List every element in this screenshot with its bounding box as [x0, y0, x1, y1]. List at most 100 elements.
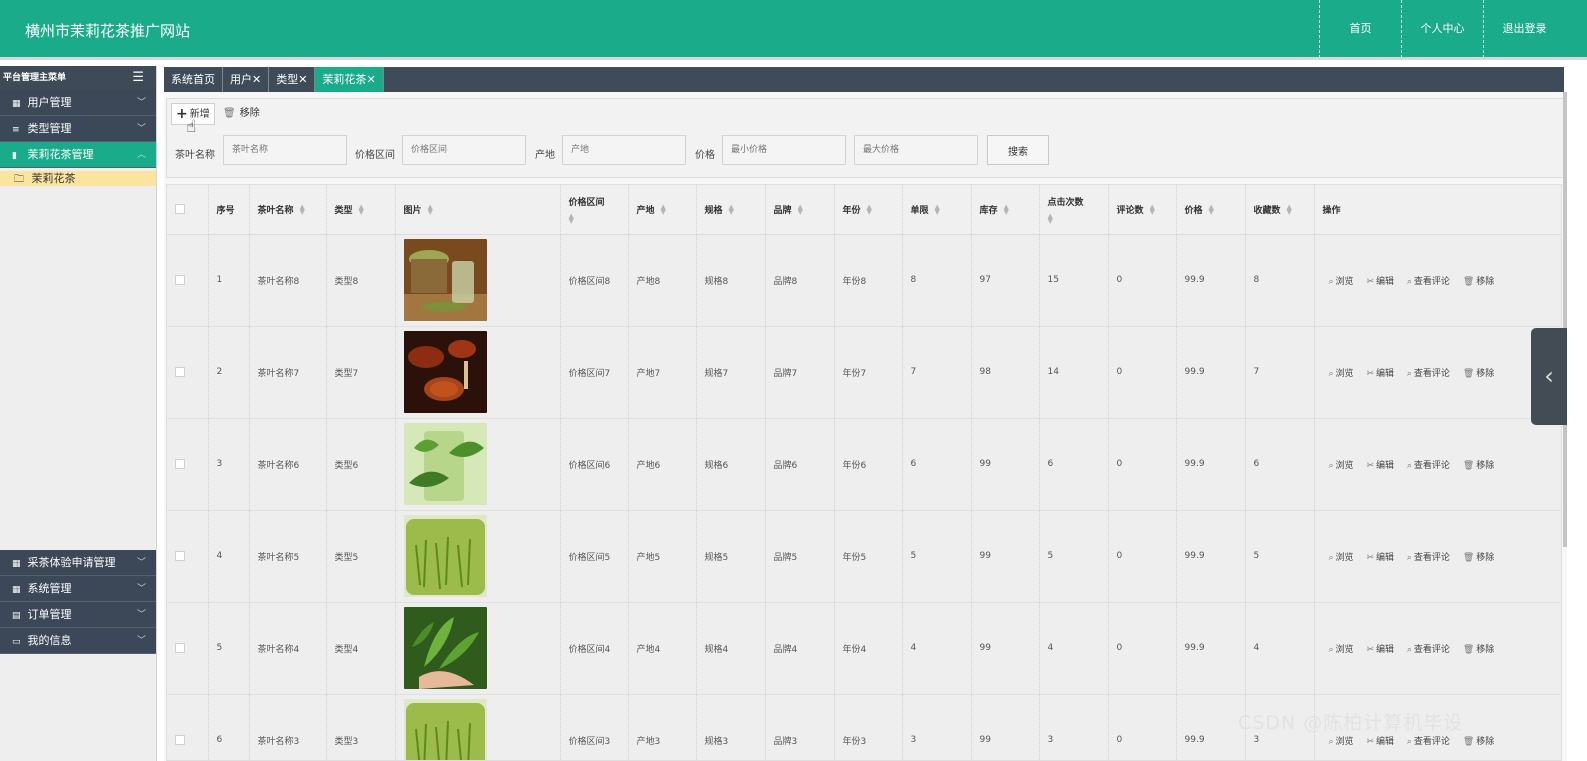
min-price-input[interactable]: [722, 135, 846, 165]
col-header-image[interactable]: 图片 ▲ ▼: [395, 185, 561, 235]
edit-button[interactable]: ✂ 编辑: [1366, 458, 1394, 471]
tea-image[interactable]: [403, 423, 560, 505]
row-checkbox[interactable]: [175, 734, 185, 745]
sort-icon[interactable]: ▲ ▼: [935, 204, 940, 216]
max-price-input[interactable]: [854, 135, 978, 165]
chevron-down-icon: ﹀: [136, 558, 146, 568]
tab-type[interactable]: 类型✕: [269, 67, 316, 92]
col-header-limit[interactable]: 单限 ▲ ▼: [902, 185, 972, 235]
edit-button[interactable]: ✂ 编辑: [1366, 550, 1394, 563]
row-checkbox[interactable]: [175, 274, 185, 285]
sort-icon[interactable]: ▲ ▼: [428, 204, 433, 216]
col-header-favorites[interactable]: 收藏数 ▲ ▼: [1245, 185, 1315, 235]
col-header-label: 库存: [979, 205, 998, 216]
view-button[interactable]: ⌕ 浏览: [1329, 550, 1354, 563]
col-header-clicks[interactable]: 点击次数 ▲ ▼: [1039, 185, 1109, 235]
row-delete-button[interactable]: 🗑 移除: [1463, 734, 1494, 747]
tea-image[interactable]: [403, 699, 560, 760]
delete-button[interactable]: 🗑 移除: [223, 103, 260, 125]
sidebar-menu-my-info[interactable]: ▭ 我的信息 ﹀: [0, 628, 156, 654]
sort-icon[interactable]: ▲ ▼: [1287, 204, 1292, 216]
name-filter-input[interactable]: [223, 135, 347, 165]
row-checkbox[interactable]: [175, 366, 185, 377]
view-comments-button[interactable]: ⌕ 查看评论: [1407, 274, 1450, 287]
cell-limit: 5: [902, 510, 972, 603]
view-button[interactable]: ⌕ 浏览: [1329, 734, 1354, 747]
view-comments-button[interactable]: ⌕ 查看评论: [1407, 642, 1450, 655]
tab-home[interactable]: 系统首页: [164, 67, 223, 92]
close-icon[interactable]: ✕: [298, 73, 307, 86]
col-header-stock[interactable]: 库存 ▲ ▼: [971, 185, 1040, 235]
sort-icon[interactable]: ▲ ▼: [1004, 204, 1009, 216]
sort-icon[interactable]: ▲ ▼: [867, 204, 872, 216]
col-header-price-range[interactable]: 价格区间 ▲ ▼: [560, 185, 629, 235]
sort-icon[interactable]: ▲ ▼: [359, 204, 364, 216]
row-checkbox[interactable]: [175, 642, 185, 653]
sort-icon[interactable]: ▲ ▼: [1209, 204, 1214, 216]
row-delete-button[interactable]: 🗑 移除: [1463, 642, 1494, 655]
sidebar-menu-tea-experience[interactable]: ▦ 采茶体验申请管理 ﹀: [0, 550, 156, 576]
sort-icon[interactable]: ▲ ▼: [729, 204, 734, 216]
sidebar-menu-type[interactable]: ≡ 类型管理 ﹀: [0, 116, 156, 142]
nav-logout-link[interactable]: 退出登录: [1483, 0, 1565, 58]
col-header-type[interactable]: 类型 ▲ ▼: [326, 185, 396, 235]
view-button[interactable]: ⌕ 浏览: [1329, 366, 1354, 379]
view-button[interactable]: ⌕ 浏览: [1329, 274, 1354, 287]
sidebar-menu-jasmine-tea[interactable]: ▮ 茉莉花茶管理 ︿: [0, 142, 156, 168]
tea-image[interactable]: [403, 515, 560, 597]
row-checkbox[interactable]: [175, 458, 185, 469]
col-header-price[interactable]: 价格 ▲ ▼: [1176, 185, 1246, 235]
close-icon[interactable]: ✕: [252, 73, 261, 86]
edit-button[interactable]: ✂ 编辑: [1366, 274, 1394, 287]
sidebar-menu-user[interactable]: ▦ 用户管理 ﹀: [0, 90, 156, 116]
nav-home-link[interactable]: 首页: [1319, 0, 1401, 58]
tab-user[interactable]: 用户✕: [223, 67, 270, 92]
row-delete-button[interactable]: 🗑 移除: [1463, 550, 1494, 563]
sidebar-menu-orders[interactable]: ▤ 订单管理 ﹀: [0, 602, 156, 628]
col-header-year[interactable]: 年份 ▲ ▼: [834, 185, 903, 235]
col-header-origin[interactable]: 产地 ▲ ▼: [628, 185, 697, 235]
view-comments-button[interactable]: ⌕ 查看评论: [1407, 458, 1450, 471]
chevron-down-icon: ﹀: [136, 584, 146, 594]
col-header-spec[interactable]: 规格 ▲ ▼: [696, 185, 766, 235]
nav-profile-link[interactable]: 个人中心: [1401, 0, 1483, 58]
search-button[interactable]: 搜索: [987, 135, 1049, 165]
sort-icon[interactable]: ▲ ▼: [1150, 204, 1155, 216]
tea-image[interactable]: [403, 331, 560, 413]
price-range-filter-input[interactable]: [402, 135, 526, 165]
sort-icon[interactable]: ▲ ▼: [300, 204, 305, 216]
cell-origin: 产地8: [628, 234, 697, 327]
sort-icon[interactable]: ▲ ▼: [569, 212, 574, 224]
row-delete-button[interactable]: 🗑 移除: [1463, 274, 1494, 287]
sidebar-subitem-jasmine-tea[interactable]: 🗀 茉莉花茶: [0, 171, 156, 186]
row-delete-button[interactable]: 🗑 移除: [1463, 366, 1494, 379]
col-header-brand[interactable]: 品牌 ▲ ▼: [765, 185, 835, 235]
close-icon[interactable]: ✕: [366, 73, 375, 86]
view-comments-button[interactable]: ⌕ 查看评论: [1407, 550, 1450, 563]
view-button[interactable]: ⌕ 浏览: [1329, 458, 1354, 471]
view-comments-button[interactable]: ⌕ 查看评论: [1407, 366, 1450, 379]
origin-filter-input[interactable]: [562, 135, 686, 165]
col-header-name[interactable]: 茶叶名称 ▲ ▼: [249, 185, 327, 235]
edit-button[interactable]: ✂ 编辑: [1366, 366, 1394, 379]
tea-image[interactable]: [403, 607, 560, 689]
menu-toggle-icon[interactable]: ☰: [132, 71, 144, 85]
sort-icon[interactable]: ▲ ▼: [798, 204, 803, 216]
sort-icon[interactable]: ▲ ▼: [661, 204, 666, 216]
chevron-down-icon: ﹀: [136, 610, 146, 620]
tab-label: 茉莉花茶: [322, 73, 367, 86]
select-all-checkbox[interactable]: [175, 204, 185, 214]
row-checkbox[interactable]: [175, 550, 185, 561]
view-comments-button[interactable]: ⌕ 查看评论: [1407, 734, 1450, 747]
collapse-panel-button[interactable]: ‹: [1531, 328, 1567, 425]
tea-image[interactable]: [403, 239, 560, 321]
col-header-comments[interactable]: 评论数 ▲ ▼: [1108, 185, 1177, 235]
tab-jasmine-tea[interactable]: 茉莉花茶✕: [315, 67, 384, 92]
sidebar-menu-system[interactable]: ▦ 系统管理 ﹀: [0, 576, 156, 602]
view-button[interactable]: ⌕ 浏览: [1329, 642, 1354, 655]
sort-icon[interactable]: ▲ ▼: [1048, 212, 1053, 224]
edit-button[interactable]: ✂ 编辑: [1366, 734, 1394, 747]
edit-button[interactable]: ✂ 编辑: [1366, 642, 1394, 655]
vertical-scrollbar[interactable]: [1563, 92, 1567, 547]
row-delete-button[interactable]: 🗑 移除: [1463, 458, 1494, 471]
